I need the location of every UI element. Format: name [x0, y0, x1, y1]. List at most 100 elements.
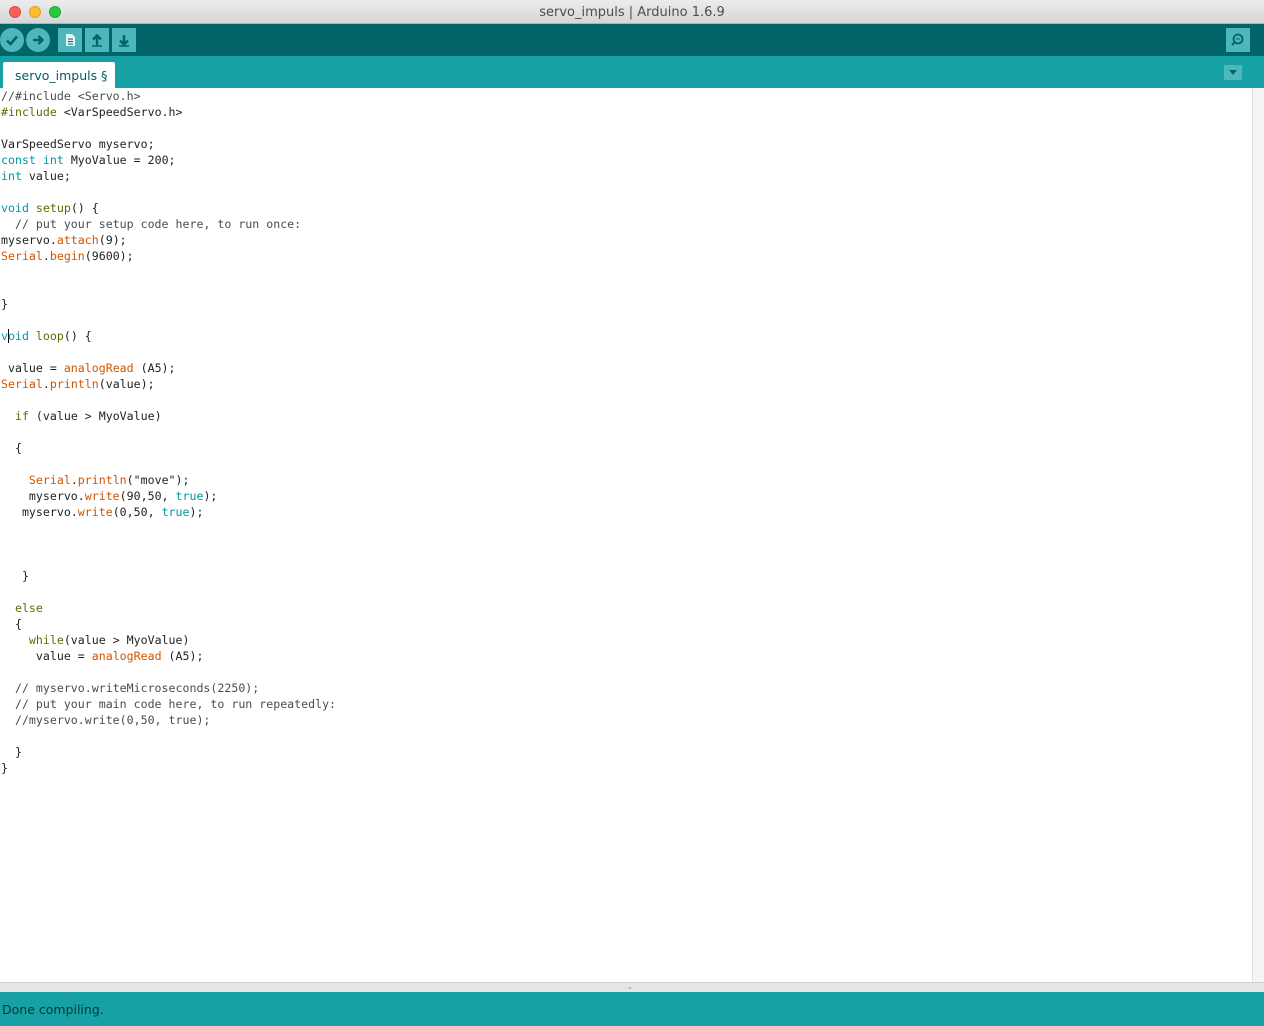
code-token: analogRead [91, 649, 162, 663]
code-line: const int MyoValue = 200; [1, 152, 336, 168]
toolbar [0, 24, 1264, 56]
chevron-down-icon [1229, 70, 1237, 75]
code-token: println [77, 473, 127, 487]
code-line: value = analogRead (A5); [1, 360, 336, 376]
code-token: write [84, 489, 120, 503]
code-line: while(value > MyoValue) [1, 632, 336, 648]
code-token: Serial [28, 473, 71, 487]
code-token: . [42, 249, 50, 263]
code-token: true [161, 505, 190, 519]
code-token: void [1, 201, 29, 215]
arrow-down-icon [119, 35, 129, 47]
code-line: void setup() { [1, 200, 336, 216]
arrow-up-icon [92, 33, 102, 47]
tab-menu-button[interactable] [1224, 65, 1242, 80]
upload-button[interactable] [26, 28, 50, 52]
code-token: v [1, 329, 8, 343]
tab-bar: servo_impuls § [0, 56, 1264, 88]
tab-servo-impuls[interactable]: servo_impuls § [3, 62, 116, 88]
code-line: // put your main code here, to run repea… [1, 696, 336, 712]
code-token: if [14, 409, 29, 423]
code-token: (9600); [84, 249, 134, 263]
code-token: myservo. [1, 489, 85, 503]
code-line: //#include <Servo.h> [1, 88, 336, 104]
editor-scrollbar[interactable] [1252, 88, 1264, 982]
code-line: else [1, 600, 336, 616]
code-line: } [1, 296, 336, 312]
code-line: value = analogRead (A5); [1, 648, 336, 664]
code-token: . [42, 377, 50, 391]
code-token: true [175, 489, 204, 503]
code-token: write [77, 505, 113, 519]
console-divider[interactable]: ⌃ [0, 982, 1264, 994]
code-token: (A5); [161, 649, 204, 663]
code-token: ("move"); [126, 473, 190, 487]
code-token: } [1, 745, 22, 759]
code-token: Serial [1, 249, 43, 263]
code-token: (value); [98, 377, 155, 391]
code-token: else [14, 601, 43, 615]
status-bar: Done compiling. [0, 992, 1264, 1026]
code-token: int [42, 153, 64, 167]
code-token: int [1, 169, 22, 183]
checkmark-icon [6, 35, 18, 46]
code-token: <VarSpeedServo.h> [56, 105, 183, 119]
window-title: servo_impuls | Arduino 1.6.9 [539, 5, 725, 20]
code-token: } [1, 761, 8, 775]
code-line: { [1, 616, 336, 632]
code-token: begin [49, 249, 85, 263]
code-token: //myservo.write(0,50, true); [1, 713, 211, 727]
code-token: } [1, 569, 29, 583]
code-line: if (value > MyoValue) [1, 408, 336, 424]
code-token: Serial [1, 377, 43, 391]
code-token: loop [35, 329, 64, 343]
code-line: //myservo.write(0,50, true); [1, 712, 336, 728]
arrow-right-icon [33, 35, 45, 45]
code-text[interactable]: //#include <Servo.h> #include <VarSpeedSe… [1, 88, 336, 776]
code-token: #include [1, 105, 57, 119]
code-token: MyoValue = 200; [63, 153, 176, 167]
code-token: ); [189, 505, 204, 519]
code-line: Serial.println(value); [1, 376, 336, 392]
document-icon [66, 34, 75, 46]
code-token: // put your setup code here, to run once… [1, 217, 302, 231]
code-line: // myservo.writeMicroseconds(2250); [1, 680, 336, 696]
code-token: () { [70, 201, 99, 215]
open-sketch-button[interactable] [85, 28, 109, 52]
code-token: myservo. [1, 505, 78, 519]
code-token: value = [1, 649, 92, 663]
code-editor[interactable]: //#include <Servo.h> #include <VarSpeedSe… [0, 88, 1252, 982]
save-sketch-button[interactable] [112, 28, 136, 52]
code-line: #include <VarSpeedServo.h> [1, 104, 336, 120]
verify-button[interactable] [0, 28, 24, 52]
serial-monitor-button[interactable] [1226, 28, 1250, 52]
code-line: { [1, 440, 336, 456]
code-token: analogRead [63, 361, 134, 375]
code-token: setup [35, 201, 71, 215]
code-token: { [1, 441, 22, 455]
code-line: myservo.attach(9); [1, 232, 336, 248]
code-token: myservo. [1, 233, 57, 247]
code-token: } [1, 297, 8, 311]
new-sketch-button[interactable] [58, 28, 82, 52]
code-token: // put your main code here, to run repea… [1, 697, 337, 711]
code-line: void loop() { [1, 328, 336, 344]
magnifier-icon [1231, 33, 1244, 46]
code-line: } [1, 568, 336, 584]
title-bar: servo_impuls | Arduino 1.6.9 [0, 0, 1264, 24]
